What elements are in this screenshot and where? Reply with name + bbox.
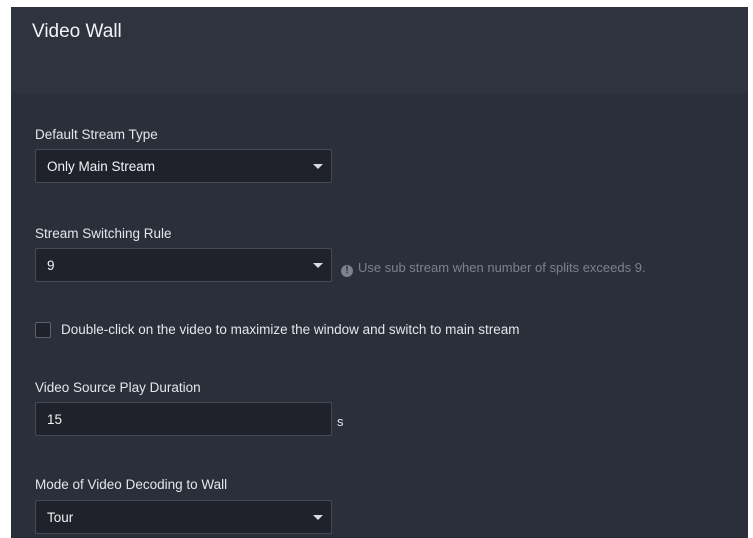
play-duration-input[interactable]: 15 xyxy=(35,402,332,436)
chevron-down-icon xyxy=(313,164,323,169)
video-wall-panel: Video Wall Default Stream Type Only Main… xyxy=(11,7,748,538)
page-title: Video Wall xyxy=(32,21,122,42)
decoding-mode-value: Tour xyxy=(47,510,74,525)
default-stream-type-select[interactable]: Only Main Stream xyxy=(35,149,332,183)
info-icon: ! xyxy=(341,265,353,277)
stream-switching-rule-select[interactable]: 9 xyxy=(35,248,332,282)
stream-switching-hint-text: Use sub stream when number of splits exc… xyxy=(358,260,646,275)
double-click-maximize-checkbox[interactable] xyxy=(35,322,51,338)
default-stream-type-label: Default Stream Type xyxy=(35,127,158,142)
decoding-mode-label: Mode of Video Decoding to Wall xyxy=(35,477,228,492)
stream-switching-rule-value: 9 xyxy=(47,258,55,273)
chevron-down-icon xyxy=(313,515,323,520)
stream-switching-rule-label: Stream Switching Rule xyxy=(35,226,172,241)
decoding-mode-select[interactable]: Tour xyxy=(35,500,332,534)
play-duration-unit: s xyxy=(337,414,344,429)
stream-switching-hint: ! Use sub stream when number of splits ex… xyxy=(341,260,646,277)
chevron-down-icon xyxy=(313,263,323,268)
play-duration-label: Video Source Play Duration xyxy=(35,380,201,395)
play-duration-value: 15 xyxy=(47,412,63,427)
default-stream-type-value: Only Main Stream xyxy=(47,159,156,174)
panel-header: Video Wall xyxy=(11,7,748,93)
double-click-maximize-label[interactable]: Double-click on the video to maximize th… xyxy=(61,322,519,337)
